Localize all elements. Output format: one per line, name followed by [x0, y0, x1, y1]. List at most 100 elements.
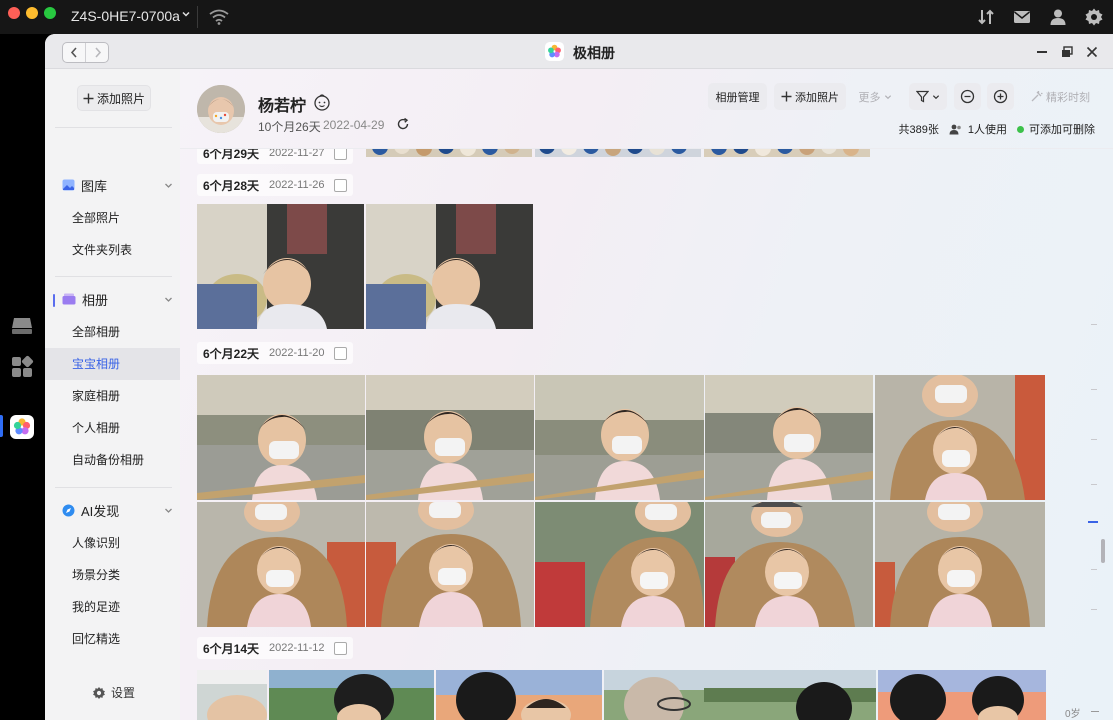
- back-button[interactable]: [63, 43, 86, 62]
- section-albums[interactable]: 相册: [62, 289, 177, 309]
- section-ai-discover[interactable]: AI发现: [62, 500, 177, 520]
- sidebar-item-all-photos[interactable]: 全部照片: [45, 202, 180, 234]
- zoom-dot[interactable]: [44, 7, 56, 19]
- add-photo-header-label: 添加照片: [795, 91, 839, 104]
- sidebar-item-baby-album[interactable]: 宝宝相册: [45, 348, 180, 380]
- baby-face-edit-icon[interactable]: [313, 93, 331, 111]
- filter-button[interactable]: [909, 83, 947, 110]
- photo-thumbnail[interactable]: [269, 670, 434, 720]
- zoom-in-button[interactable]: [987, 83, 1014, 110]
- refresh-icon[interactable]: [396, 117, 410, 131]
- photo-thumbnail[interactable]: [705, 375, 873, 500]
- sidebar-item-folder-list[interactable]: 文件夹列表: [45, 234, 180, 266]
- sidebar-item-personal-album[interactable]: 个人相册: [45, 412, 180, 444]
- wonderful-moments-button[interactable]: 精彩时刻: [1022, 83, 1098, 110]
- chevron-right-icon: [95, 47, 102, 58]
- select-checkbox[interactable]: [334, 178, 348, 192]
- select-checkbox[interactable]: [334, 641, 348, 655]
- drive-icon[interactable]: [10, 314, 34, 338]
- photo-thumbnail[interactable]: [197, 502, 365, 627]
- photo-thumbnail[interactable]: [875, 502, 1045, 627]
- photo-thumbnail[interactable]: [705, 502, 873, 627]
- photo-thumbnail[interactable]: [604, 670, 876, 720]
- photo-thumbnail[interactable]: [366, 149, 532, 157]
- timeline-current-marker: [1088, 521, 1098, 523]
- close-icon[interactable]: [1085, 45, 1099, 59]
- timeline-tick: [1091, 389, 1097, 390]
- photo-thumbnail[interactable]: [535, 502, 704, 627]
- mail-icon[interactable]: [1012, 7, 1032, 27]
- chevron-down-icon: [932, 94, 940, 99]
- group-date: 2022-11-20: [269, 347, 325, 359]
- photo-thumbnail[interactable]: [197, 375, 365, 500]
- apps-grid-icon[interactable]: [10, 355, 34, 379]
- wifi-icon[interactable]: [208, 8, 230, 26]
- select-checkbox[interactable]: [334, 346, 348, 360]
- title-bar: 极相册: [45, 34, 1113, 69]
- photo-thumbnail[interactable]: [875, 375, 1045, 500]
- photo-thumbnail[interactable]: [436, 670, 602, 720]
- sidebar-item-scene-classification[interactable]: 场景分类: [45, 559, 180, 591]
- sidebar-item-auto-backup-album[interactable]: 自动备份相册: [45, 444, 180, 476]
- nav-buttons: [62, 42, 109, 63]
- section-marker: [53, 294, 55, 307]
- section-library[interactable]: 图库: [62, 175, 177, 195]
- album-header: 杨若柠 10个月26天 2022-04-29 相册管理 添加照片 更多 精彩时刻…: [180, 69, 1113, 149]
- gear-icon[interactable]: [1084, 7, 1104, 27]
- photo-thumbnail[interactable]: [366, 502, 534, 627]
- plus-icon: [83, 93, 94, 103]
- timeline-scrollbar[interactable]: 0岁: [1065, 149, 1105, 720]
- window-title: 极相册: [573, 45, 615, 61]
- timeline-tick: [1091, 439, 1097, 440]
- minimize-icon[interactable]: [1035, 45, 1049, 59]
- more-button[interactable]: 更多: [852, 83, 898, 110]
- sidebar-item-memories[interactable]: 回忆精选: [45, 623, 180, 655]
- transfer-icon[interactable]: [976, 7, 996, 27]
- section-label: AI发现: [81, 503, 120, 519]
- album-icon: [62, 293, 76, 305]
- photos-app-icon[interactable]: [10, 415, 34, 439]
- photo-thumbnail[interactable]: [535, 375, 704, 500]
- scroll-thumb[interactable]: [1101, 539, 1105, 563]
- close-dot[interactable]: [8, 7, 20, 19]
- photo-thumbnail[interactable]: [366, 375, 534, 500]
- group-title: 6个月29天: [203, 149, 260, 161]
- permission-status: 可添加可删除: [1029, 124, 1095, 136]
- chevron-down-icon[interactable]: [181, 9, 191, 19]
- settings-button[interactable]: 设置: [92, 684, 135, 701]
- add-photo-header-button[interactable]: 添加照片: [774, 83, 846, 110]
- user-icon[interactable]: [1048, 7, 1068, 27]
- sidebar-item-all-albums[interactable]: 全部相册: [45, 316, 180, 348]
- date-group-header: 6个月14天 2022-11-12: [197, 637, 354, 659]
- baby-avatar-image: [197, 85, 245, 133]
- avatar[interactable]: [197, 85, 245, 133]
- divider: [197, 6, 198, 28]
- photo-thumbnail[interactable]: [197, 204, 364, 329]
- sidebar-item-family-album[interactable]: 家庭相册: [45, 380, 180, 412]
- date-group-header: 6个月22天 2022-11-20: [197, 342, 354, 364]
- dock: [0, 34, 45, 720]
- forward-button[interactable]: [86, 43, 109, 62]
- restore-icon[interactable]: [1060, 45, 1074, 59]
- image-icon: [62, 179, 75, 191]
- group-title: 6个月14天: [203, 641, 260, 656]
- plus-icon: [781, 91, 792, 102]
- photo-thumbnail[interactable]: [197, 670, 267, 720]
- select-checkbox[interactable]: [334, 149, 348, 160]
- group-title: 6个月28天: [203, 178, 260, 193]
- filter-icon: [916, 90, 929, 103]
- sidebar-item-my-footprints[interactable]: 我的足迹: [45, 591, 180, 623]
- album-manage-button[interactable]: 相册管理: [708, 83, 767, 110]
- photo-thumbnail[interactable]: [704, 149, 870, 157]
- device-name[interactable]: Z4S-0HE7-0700a: [71, 8, 180, 24]
- add-photo-button[interactable]: 添加照片: [77, 85, 151, 111]
- photo-thumbnail[interactable]: [366, 204, 533, 329]
- zoom-out-button[interactable]: [954, 83, 981, 110]
- date-group-header: 6个月29天 2022-11-27: [197, 149, 354, 164]
- minimize-dot[interactable]: [26, 7, 38, 19]
- add-photo-label: 添加照片: [96, 91, 145, 106]
- timeline-tick: [1091, 711, 1099, 712]
- photo-thumbnail[interactable]: [535, 149, 701, 157]
- sidebar-item-face-recognition[interactable]: 人像识别: [45, 527, 180, 559]
- photo-thumbnail[interactable]: [878, 670, 1046, 720]
